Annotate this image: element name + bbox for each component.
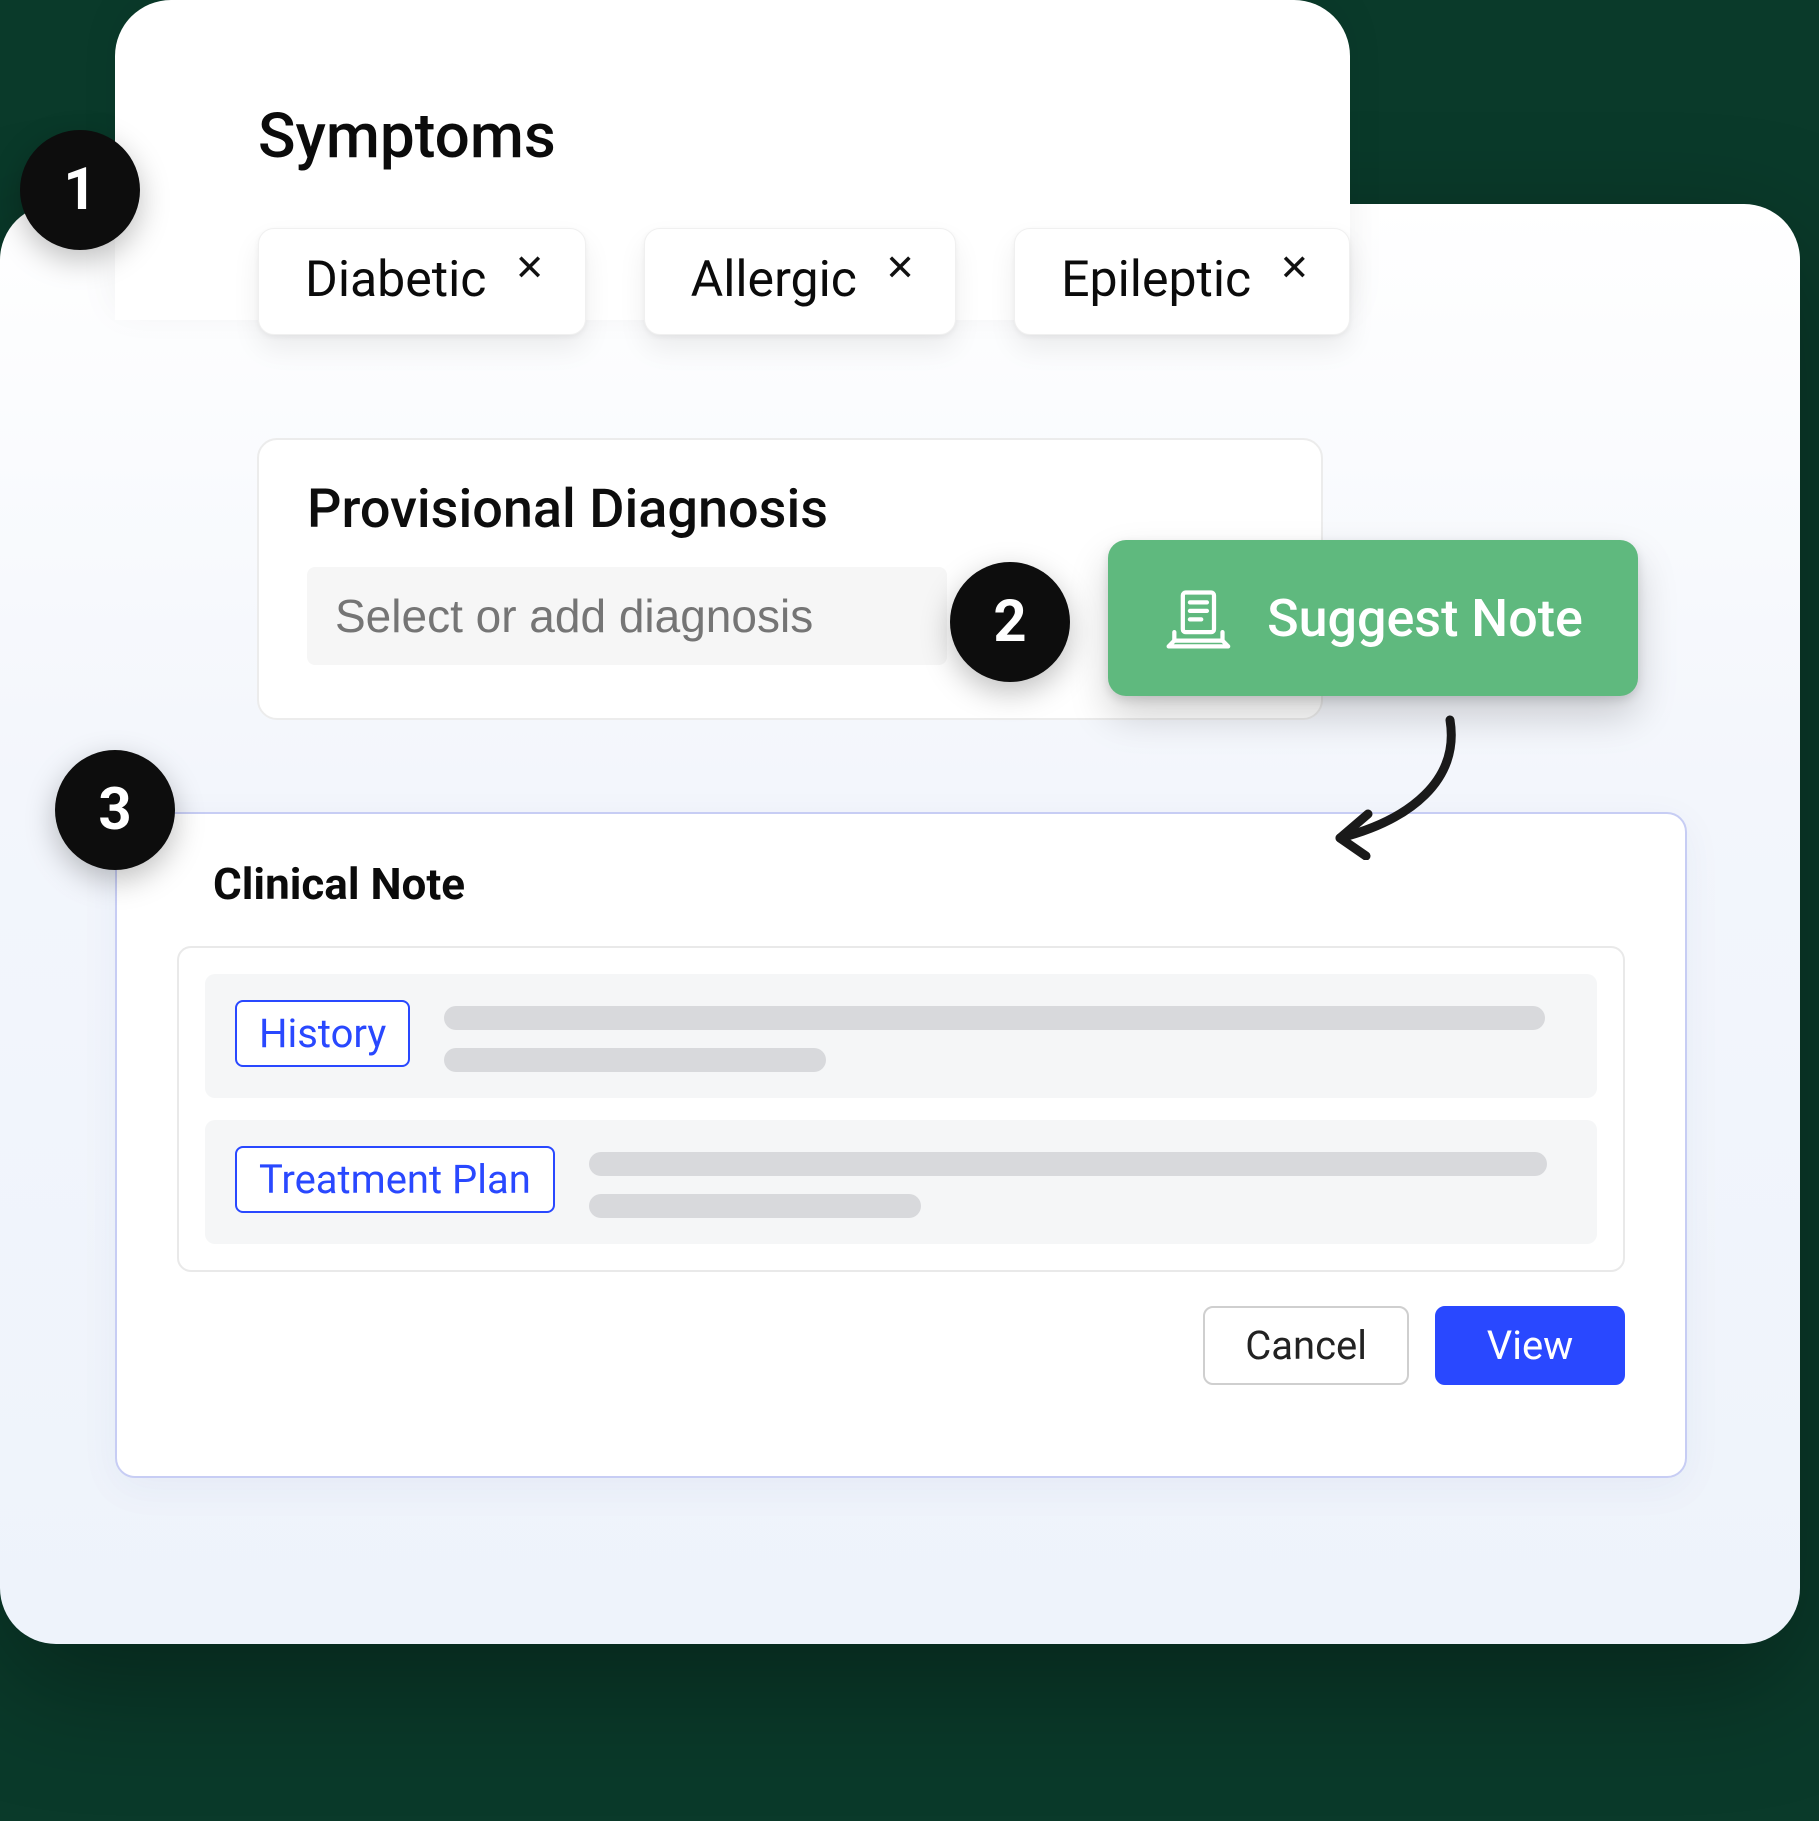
view-label: View [1487, 1322, 1573, 1369]
note-tag[interactable]: History [235, 1000, 410, 1067]
placeholder-line [444, 1048, 826, 1072]
note-tag[interactable]: Treatment Plan [235, 1146, 555, 1213]
chip-label: Diabetic [305, 253, 486, 308]
step-number: 1 [63, 156, 96, 224]
note-row-treatment: Treatment Plan [205, 1120, 1597, 1244]
note-icon [1163, 584, 1231, 652]
placeholder-line [444, 1006, 1544, 1030]
cancel-label: Cancel [1245, 1322, 1367, 1369]
placeholder-lines [444, 1000, 1567, 1072]
symptom-chip[interactable]: Diabetic ✕ [258, 228, 586, 335]
clinical-note-card: Clinical Note History Treatment Plan Can… [115, 812, 1687, 1478]
cancel-button[interactable]: Cancel [1203, 1306, 1409, 1385]
placeholder-line [589, 1194, 922, 1218]
chip-label: Epileptic [1061, 253, 1251, 308]
suggest-note-label: Suggest Note [1267, 588, 1583, 649]
clinical-actions: Cancel View [177, 1306, 1625, 1385]
suggest-note-button[interactable]: Suggest Note [1108, 540, 1638, 696]
step-number: 3 [98, 776, 131, 844]
step-number: 2 [993, 588, 1026, 656]
close-icon[interactable]: ✕ [885, 247, 915, 289]
view-button[interactable]: View [1435, 1306, 1625, 1385]
chip-label: Allergic [691, 253, 857, 308]
symptoms-title: Symptoms [258, 100, 556, 173]
placeholder-line [589, 1152, 1548, 1176]
close-icon[interactable]: ✕ [514, 247, 544, 289]
step-badge-3: 3 [55, 750, 175, 870]
diagnosis-title: Provisional Diagnosis [307, 478, 1273, 541]
symptom-chip[interactable]: Allergic ✕ [644, 228, 957, 335]
diagnosis-input[interactable] [307, 567, 947, 665]
clinical-note-body: History Treatment Plan [177, 946, 1625, 1272]
close-icon[interactable]: ✕ [1279, 247, 1309, 289]
arrow-icon [1310, 710, 1470, 860]
step-badge-2: 2 [950, 562, 1070, 682]
symptom-chip-list: Diabetic ✕ Allergic ✕ Epileptic ✕ [258, 228, 1350, 335]
clinical-note-title: Clinical Note [213, 858, 1625, 910]
step-badge-1: 1 [20, 130, 140, 250]
symptom-chip[interactable]: Epileptic ✕ [1014, 228, 1350, 335]
placeholder-lines [589, 1146, 1567, 1218]
note-row-history: History [205, 974, 1597, 1098]
